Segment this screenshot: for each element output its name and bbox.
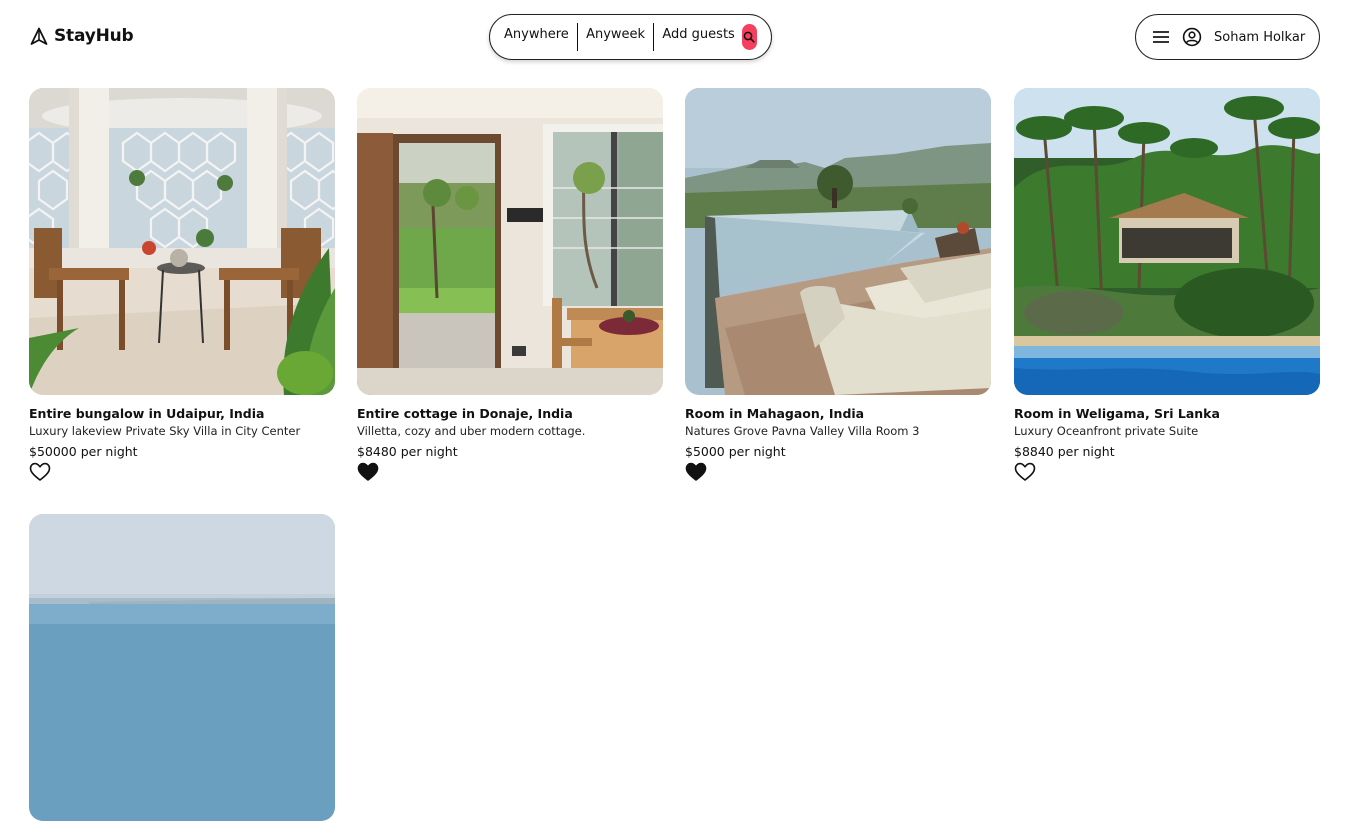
listing-title: Room in Mahagaon, India bbox=[685, 406, 865, 421]
listing-title: Entire bungalow in Udaipur, India bbox=[29, 406, 265, 421]
heart-outline-icon[interactable] bbox=[29, 462, 51, 482]
listing-image[interactable] bbox=[357, 88, 663, 395]
listing-description: Luxury lakeview Private Sky Villa in Cit… bbox=[29, 424, 301, 438]
listing-image[interactable] bbox=[29, 514, 335, 821]
search-button[interactable] bbox=[741, 24, 757, 50]
brand-logo-icon bbox=[30, 27, 48, 45]
search-guests[interactable]: Add guests bbox=[662, 27, 734, 42]
user-circle-icon bbox=[1182, 27, 1202, 47]
listing-price: $8480 per night bbox=[357, 444, 458, 459]
user-menu-button[interactable]: Soham Holkar bbox=[1135, 14, 1320, 60]
listing-description: Natures Grove Pavna Valley Villa Room 3 bbox=[685, 424, 920, 438]
balcony-villa-photo bbox=[29, 88, 335, 395]
listing-card[interactable]: Entire bungalow in Udaipur, India Luxury… bbox=[29, 88, 335, 486]
top-navbar: StayHub Anywhere Anyweek Add guests Soha… bbox=[0, 0, 1346, 74]
oceanfront-palms-photo bbox=[1014, 88, 1320, 395]
search-bar[interactable]: Anywhere Anyweek Add guests bbox=[489, 14, 772, 60]
search-icon bbox=[744, 31, 755, 43]
search-divider bbox=[653, 23, 655, 51]
user-name: Soham Holkar bbox=[1214, 29, 1306, 45]
listing-title: Room in Weligama, Sri Lanka bbox=[1014, 406, 1220, 421]
infinity-pool-photo bbox=[685, 88, 991, 395]
listing-price: $8840 per night bbox=[1014, 444, 1115, 459]
listing-title: Entire cottage in Donaje, India bbox=[357, 406, 573, 421]
heart-filled-icon[interactable] bbox=[357, 462, 379, 482]
listing-price: $5000 per night bbox=[685, 444, 786, 459]
listing-description: Luxury Oceanfront private Suite bbox=[1014, 424, 1199, 438]
heart-filled-icon[interactable] bbox=[685, 462, 707, 482]
listing-price: $50000 per night bbox=[29, 444, 138, 459]
hamburger-menu-icon bbox=[1153, 31, 1169, 43]
search-when[interactable]: Anyweek bbox=[586, 27, 645, 42]
listing-card[interactable] bbox=[29, 514, 335, 821]
listing-image[interactable] bbox=[1014, 88, 1320, 395]
search-where[interactable]: Anywhere bbox=[504, 27, 569, 42]
brand-name: StayHub bbox=[54, 26, 134, 46]
listing-card[interactable]: Room in Weligama, Sri Lanka Luxury Ocean… bbox=[1014, 88, 1320, 486]
cottage-interior-photo bbox=[357, 88, 663, 395]
listing-card[interactable]: Room in Mahagaon, India Natures Grove Pa… bbox=[685, 88, 991, 486]
listing-image[interactable] bbox=[29, 88, 335, 395]
search-divider bbox=[576, 23, 579, 51]
heart-outline-icon[interactable] bbox=[1014, 462, 1036, 482]
listing-image[interactable] bbox=[685, 88, 991, 395]
listing-description: Villetta, cozy and uber modern cottage. bbox=[357, 424, 586, 438]
brand-logo[interactable]: StayHub bbox=[30, 26, 134, 46]
listing-card[interactable]: Entire cottage in Donaje, India Villetta… bbox=[357, 88, 663, 486]
sea-view-photo bbox=[29, 514, 335, 821]
